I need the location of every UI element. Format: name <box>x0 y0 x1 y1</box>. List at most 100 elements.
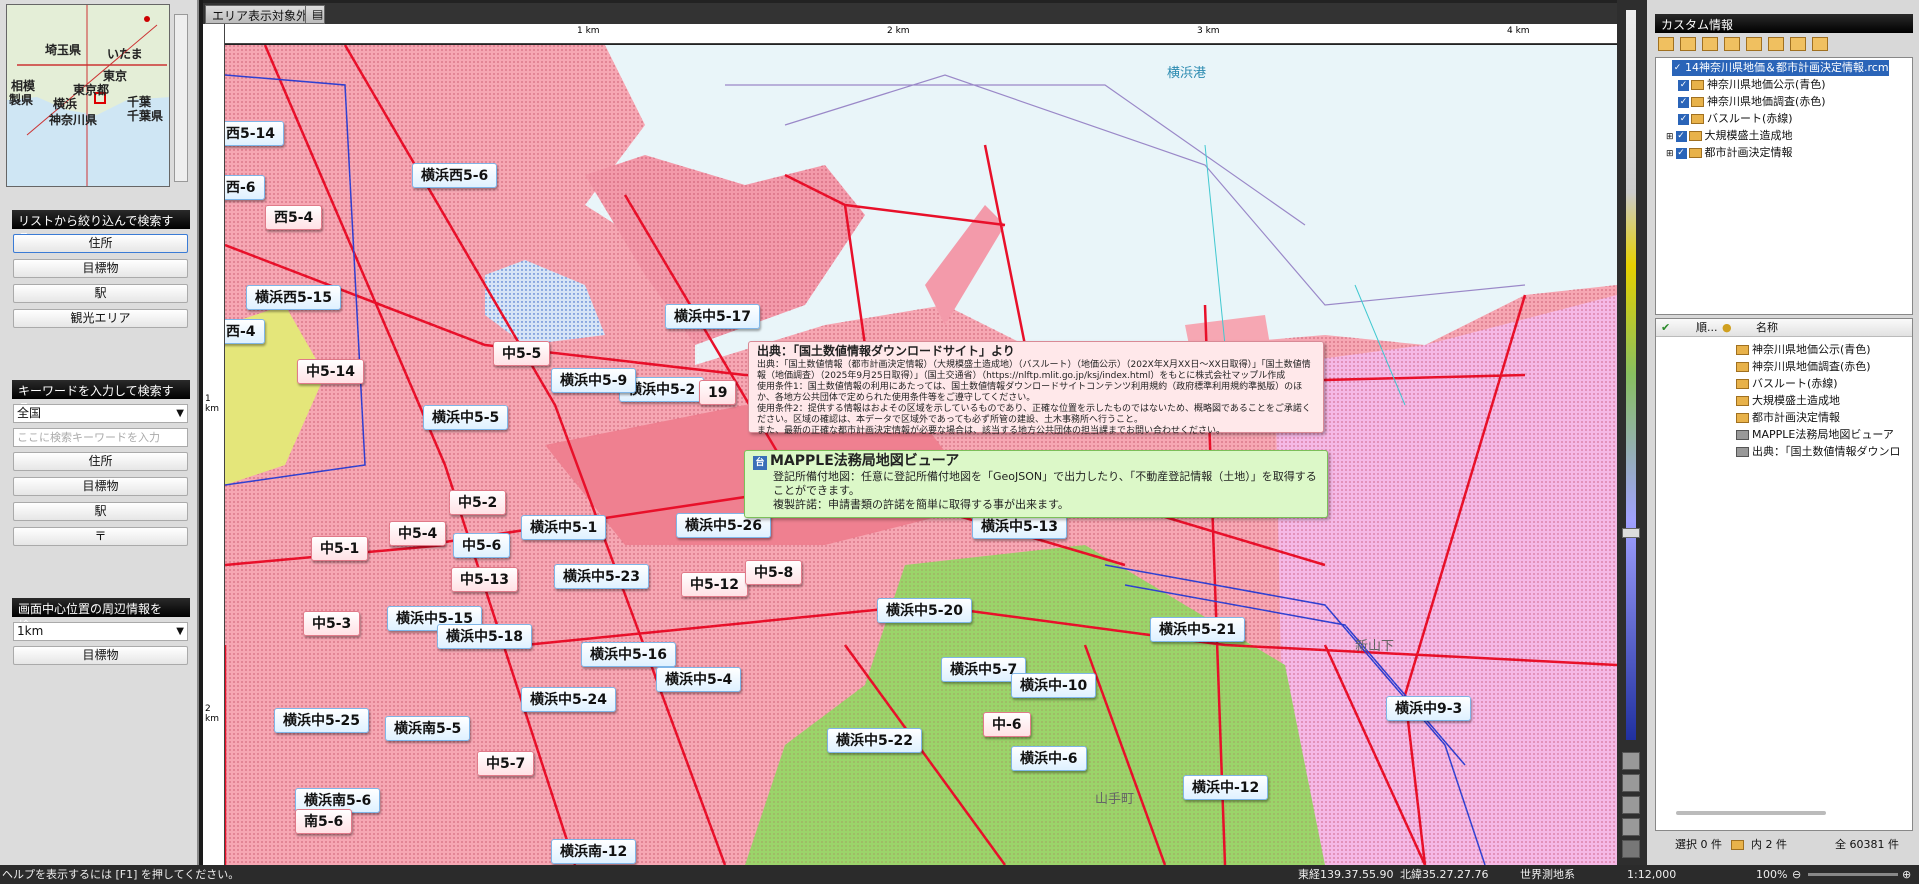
column-order[interactable]: 順... <box>1696 319 1718 337</box>
map-pin-blue[interactable]: 中5-6 <box>453 533 511 558</box>
keyword-landmark-button[interactable]: 目標物 <box>13 477 188 496</box>
keyword-station-button[interactable]: 駅 <box>13 502 188 521</box>
map-pin-blue[interactable]: 横浜中-10 <box>1011 673 1097 698</box>
redo-icon[interactable] <box>1724 37 1740 51</box>
nearby-landmark-button[interactable]: 目標物 <box>13 646 188 665</box>
checkbox-checked-icon[interactable]: ✓ <box>1678 79 1689 91</box>
map-pin-red[interactable]: 中5-3 <box>303 611 361 636</box>
list-item[interactable]: バスルート(赤線) <box>1736 375 1838 392</box>
map-pin-red[interactable]: 中5-14 <box>297 359 365 384</box>
map-pin-red[interactable]: 南5-6 <box>295 809 353 834</box>
tree-item[interactable]: ✓ バスルート(赤線) <box>1678 111 1793 127</box>
map-pin-blue[interactable]: 横浜西5-15 <box>246 285 342 310</box>
filter-station-button[interactable]: 駅 <box>13 284 188 303</box>
map-pin-blue[interactable]: 西-6 <box>225 175 265 200</box>
grid-icon[interactable] <box>1622 818 1640 836</box>
map-pin-blue[interactable]: 西5-14 <box>225 121 285 146</box>
zoom-level-scale[interactable] <box>1626 10 1636 740</box>
list-item[interactable]: 神奈川県地価公示(青色) <box>1736 341 1871 358</box>
map-pin-red[interactable]: 19 <box>699 380 737 405</box>
viewer-info-popup[interactable]: 台 MAPPLE法務局地図ビューア 登記所備付地図：任意に登記所備付地図を「Geo… <box>744 450 1328 518</box>
map-pin-blue[interactable]: 横浜中5-21 <box>1150 617 1246 642</box>
map-pin-red[interactable]: 中-6 <box>983 712 1031 737</box>
checkbox-checked-icon[interactable]: ✓ <box>1678 113 1689 125</box>
map-canvas[interactable]: 横浜港 新山下 山手町 横浜西5-6 横浜西5-15 横浜中5-17 横浜中5-… <box>225 45 1617 865</box>
map-pin-blue[interactable]: 横浜中5-22 <box>827 728 923 753</box>
map-pin-blue[interactable]: 横浜西5-6 <box>412 163 498 188</box>
map-pin-blue[interactable]: 横浜中-12 <box>1183 775 1269 800</box>
filter-tourist-area-button[interactable]: 観光エリア <box>13 309 188 328</box>
keyword-search-input[interactable]: ここに検索キーワードを入力 <box>13 428 188 447</box>
list-item[interactable]: MAPPLE法務局地図ビューア <box>1736 426 1894 443</box>
list-item[interactable]: 大規模盛土造成地 <box>1736 392 1840 409</box>
overview-minimap[interactable]: 埼玉県 いたま 東京都 東京 千葉県 千葉 神奈川県 横浜 相模 製県 <box>6 4 170 187</box>
map-pin-blue[interactable]: 横浜中5-23 <box>554 564 650 589</box>
search-icon[interactable] <box>1790 37 1806 51</box>
map-pin-blue[interactable]: 横浜中5-25 <box>274 708 370 733</box>
map-pin-red[interactable]: 中5-1 <box>311 536 369 561</box>
map-pin-blue[interactable]: 横浜中5-20 <box>877 598 973 623</box>
map-pin-red[interactable]: 中5-7 <box>477 751 535 776</box>
zoom-thumb[interactable] <box>1622 528 1640 538</box>
map-pin-blue[interactable]: 横浜南5-5 <box>385 716 471 741</box>
map-pin-red[interactable]: 中5-5 <box>493 341 551 366</box>
tree-item[interactable]: ✓ 神奈川県地価調査(赤色) <box>1678 94 1826 110</box>
folder-icon[interactable] <box>1658 37 1674 51</box>
zoom-in-icon[interactable]: ⊕ <box>1902 865 1911 884</box>
document-icon[interactable]: ▤ <box>305 5 325 24</box>
edit-icon[interactable] <box>1768 37 1784 51</box>
map-pin-red[interactable]: 中5-8 <box>745 560 803 585</box>
map-pin-red[interactable]: 中5-2 <box>449 490 507 515</box>
map-pin-red[interactable]: 中5-13 <box>451 567 519 592</box>
expand-icon[interactable]: ⊞ <box>1666 132 1674 142</box>
map-pin-blue[interactable]: 横浜中5-16 <box>581 642 677 667</box>
grid-icon[interactable] <box>1622 774 1640 792</box>
map-pin-red[interactable]: 中5-4 <box>389 521 447 546</box>
expand-icon[interactable]: ⊞ <box>1666 149 1674 159</box>
list-item[interactable]: 出典：「国土数値情報ダウンロ <box>1736 443 1901 460</box>
map-pin-blue[interactable]: 西-4 <box>225 319 265 344</box>
zoom-slider-track[interactable] <box>1808 873 1898 876</box>
grid-icon[interactable] <box>1622 752 1640 770</box>
checkbox-checked-icon[interactable]: ✓ <box>1675 147 1687 159</box>
source-info-popup[interactable]: 出典：「国土数値情報ダウンロードサイト」より 出典：「国土数値情報（都市計画決定… <box>748 341 1324 436</box>
horizontal-scrollbar[interactable] <box>1676 811 1826 815</box>
map-pin-blue[interactable]: 横浜中5-18 <box>437 624 533 649</box>
map-pin-blue[interactable]: 横浜中-6 <box>1011 746 1087 771</box>
map-pin-blue[interactable]: 横浜中9-3 <box>1386 696 1472 721</box>
map-pin-red[interactable]: 中5-12 <box>681 572 749 597</box>
filter-address-button[interactable]: 住所 <box>13 234 188 253</box>
column-name[interactable]: 名称 <box>1756 319 1778 337</box>
tree-root-item[interactable]: ✓ 14神奈川県地価＆都市計画決定情報.rcm <box>1672 60 1889 76</box>
nearby-range-select[interactable]: 1km ▼ <box>13 622 188 641</box>
undo-icon[interactable] <box>1702 37 1718 51</box>
map-pin-blue[interactable]: 横浜中5-17 <box>665 304 761 329</box>
filter-landmark-button[interactable]: 目標物 <box>13 259 188 278</box>
map-pin-blue[interactable]: 横浜中5-1 <box>521 515 607 540</box>
add-icon[interactable] <box>1746 37 1762 51</box>
checkbox-checked-icon[interactable]: ✓ <box>1672 62 1683 74</box>
tree-item[interactable]: ✓ 神奈川県地価公示(青色) <box>1678 77 1826 93</box>
checkbox-checked-icon[interactable]: ✓ <box>1678 96 1689 108</box>
tab-area-outside[interactable]: エリア表示対象外 <box>205 5 316 24</box>
map-pin-blue[interactable]: 横浜中5-5 <box>423 405 509 430</box>
list-item[interactable]: 神奈川県地価調査(赤色) <box>1736 358 1871 375</box>
zoom-slider[interactable] <box>174 14 188 182</box>
map-pin-blue[interactable]: 横浜南-12 <box>551 839 637 864</box>
folder-new-icon[interactable] <box>1680 37 1696 51</box>
tree-item[interactable]: ⊞ ✓ 大規模盛土造成地 <box>1666 128 1793 144</box>
tree-item[interactable]: ⊞ ✓ 都市計画決定情報 <box>1666 145 1793 161</box>
settings-icon[interactable] <box>1812 37 1828 51</box>
keyword-postal-button[interactable]: 〒 <box>13 527 188 546</box>
map-pin-blue[interactable]: 横浜中5-9 <box>551 368 637 393</box>
map-pin-blue[interactable]: 横浜中5-24 <box>521 687 617 712</box>
search-scope-select[interactable]: 全国 ▼ <box>13 404 188 423</box>
zoom-out-icon[interactable]: ⊖ <box>1792 865 1801 884</box>
checkbox-checked-icon[interactable]: ✓ <box>1675 130 1687 142</box>
map-pin-red[interactable]: 西5-4 <box>265 205 323 230</box>
map-pin-blue[interactable]: 横浜中5-4 <box>656 667 742 692</box>
keyword-address-button[interactable]: 住所 <box>13 452 188 471</box>
grid-icon[interactable] <box>1622 796 1640 814</box>
grid-icon[interactable] <box>1622 840 1640 858</box>
list-item[interactable]: 都市計画決定情報 <box>1736 409 1840 426</box>
